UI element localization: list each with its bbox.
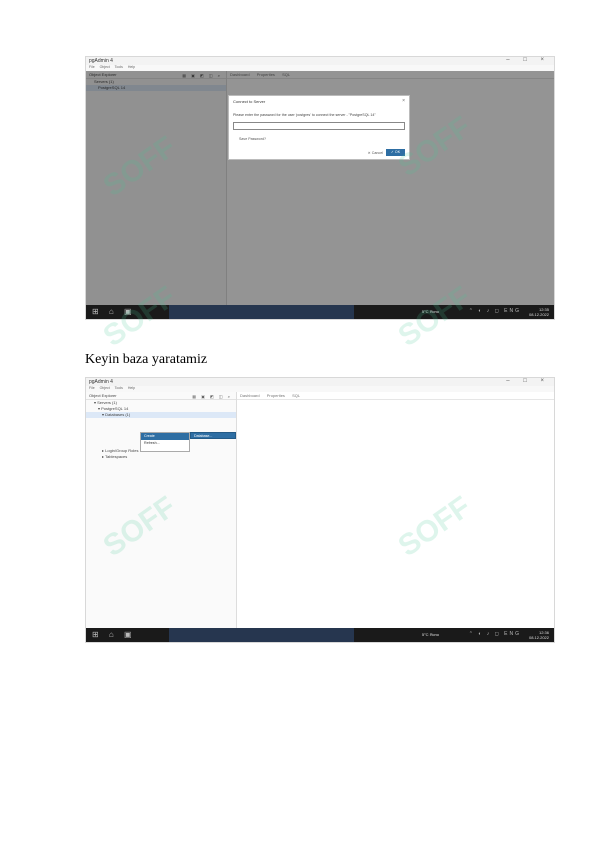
weather-widget[interactable]: 5°C Ясно (422, 309, 439, 314)
taskbar: ⊞ ⌂ ▣ 5°C Ясно ⌃ ◐ ♪ ◻ ENG 12:36 08.12.2… (86, 628, 554, 642)
system-tray-icons[interactable]: ⌃ ◐ ♪ ◻ ENG (469, 308, 521, 314)
caption-text: Keyin baza yaratamiz (85, 352, 208, 367)
ok-button[interactable]: ✓ OK (386, 149, 405, 156)
menu-tools[interactable]: Tools (115, 386, 123, 390)
app-title: pgAdmin 4 (89, 379, 113, 385)
window-titlebar: pgAdmin 4 – □ × (86, 57, 554, 65)
menu-file[interactable]: File (89, 386, 95, 390)
main-panel: Dashboard Properties SQL (237, 392, 554, 628)
main-tabs: Dashboard Properties SQL (237, 392, 554, 400)
tree-item-databases[interactable]: ▾ Databases (1) (86, 412, 236, 418)
tab-sql[interactable]: SQL (292, 393, 300, 398)
object-explorer: Object Explorer ▦ ▣ ◩ ◫ ⌕ ▾ Servers (1) … (86, 392, 237, 628)
app-title: pgAdmin 4 (89, 58, 113, 64)
save-password-checkbox[interactable]: Save Password? (239, 137, 266, 141)
menu-help[interactable]: Help (128, 65, 135, 69)
system-tray-icons[interactable]: ⌃ ◐ ♪ ◻ ENG (469, 631, 521, 637)
context-menu-refresh[interactable]: Refresh... (141, 440, 189, 447)
taskbar-pinned-icons[interactable]: ⊞ ⌂ ▣ (92, 307, 136, 316)
menu-object[interactable]: Object (100, 386, 110, 390)
menu-tools[interactable]: Tools (115, 65, 123, 69)
clock-date: 08.12.2022 (528, 635, 549, 640)
object-explorer-title: Object Explorer (89, 393, 117, 398)
taskbar-running-apps (169, 305, 354, 319)
window-controls[interactable]: – □ × (506, 57, 550, 63)
clock[interactable]: 12:36 08.12.2022 (529, 630, 549, 640)
dialog-message: Please enter the password for the user '… (233, 113, 376, 117)
window-controls[interactable]: – □ × (506, 378, 550, 384)
tree-item-tablespaces[interactable]: ▸ Tablespaces (86, 454, 236, 460)
tab-properties[interactable]: Properties (267, 393, 285, 398)
submenu-database[interactable]: Database... (190, 432, 236, 439)
weather-widget[interactable]: 5°C Ясно (422, 632, 439, 637)
taskbar: ⊞ ⌂ ▣ 5°C Ясно ⌃ ◐ ♪ ◻ ENG 12:35 08.12.2… (86, 305, 554, 319)
tab-dashboard[interactable]: Dashboard (240, 393, 260, 398)
clock[interactable]: 12:35 08.12.2022 (529, 307, 549, 317)
window-titlebar: pgAdmin 4 – □ × (86, 378, 554, 386)
object-explorer-header: Object Explorer ▦ ▣ ◩ ◫ ⌕ (86, 392, 236, 400)
context-menu-create[interactable]: Create (141, 433, 189, 440)
clock-date: 08.12.2022 (528, 312, 549, 317)
connect-server-dialog: Connect to Server × Please enter the pas… (228, 95, 410, 160)
taskbar-running-apps (169, 628, 354, 642)
screenshot-create-database: pgAdmin 4 – □ × File Object Tools Help O… (85, 377, 555, 643)
menu-object[interactable]: Object (100, 65, 110, 69)
taskbar-pinned-icons[interactable]: ⊞ ⌂ ▣ (92, 630, 136, 639)
menu-help[interactable]: Help (128, 386, 135, 390)
dialog-title: Connect to Server (233, 99, 266, 104)
menu-file[interactable]: File (89, 65, 95, 69)
password-input[interactable] (233, 122, 405, 130)
close-icon[interactable]: × (402, 98, 405, 104)
context-menu: Create Refresh... (140, 432, 190, 452)
screenshot-connect-dialog: pgAdmin 4 – □ × File Object Tools Help O… (85, 56, 555, 320)
cancel-button[interactable]: ✕ Cancel (368, 151, 383, 155)
explorer-toolbar-icons[interactable]: ▦ ▣ ◩ ◫ ⌕ (192, 393, 232, 400)
